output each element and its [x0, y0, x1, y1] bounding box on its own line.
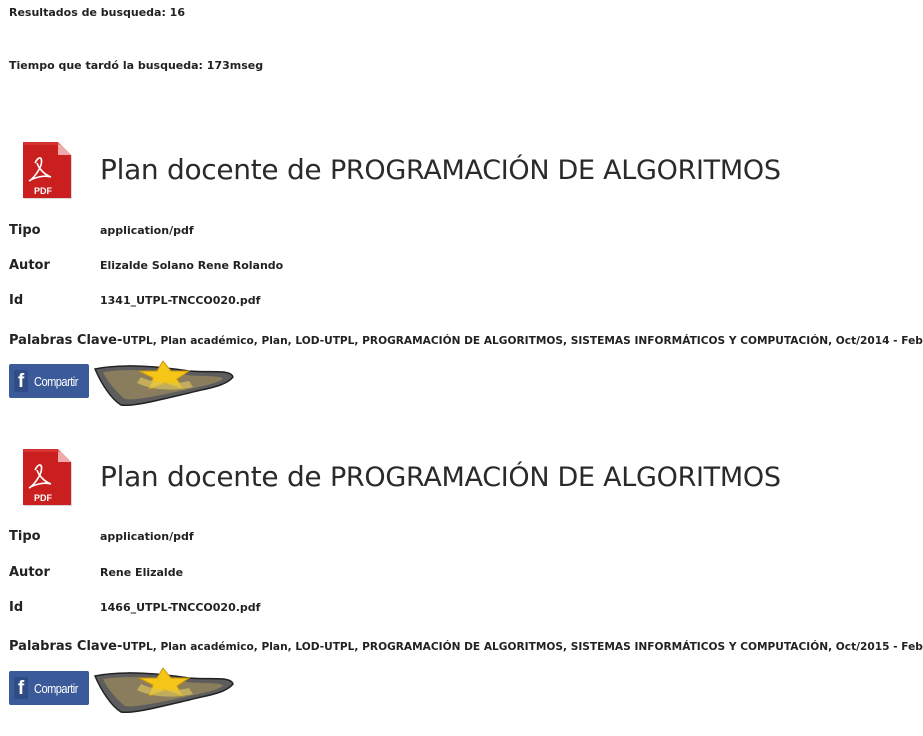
share-label: Compartir [34, 373, 78, 389]
pdf-icon[interactable]: PDF [21, 141, 87, 201]
id-label: Id [9, 600, 24, 615]
share-label: Compartir [34, 680, 78, 696]
facebook-share-button[interactable]: f Compartir [9, 671, 89, 705]
autor-label: Autor [9, 565, 50, 580]
results-count: Resultados de busqueda: 16 [9, 6, 185, 19]
favorite-star-tray-icon[interactable] [93, 666, 235, 714]
search-result: PDF Plan docente de PROGRAMACIÓN DE ALGO… [0, 448, 923, 718]
id-label: Id [9, 293, 24, 308]
pdf-icon[interactable]: PDF [21, 448, 87, 508]
autor-value: Rene Elizalde [100, 566, 184, 579]
keywords-value: UTPL, Plan académico, Plan, LOD-UTPL, PR… [122, 641, 923, 653]
favorite-star-tray-icon[interactable] [93, 359, 235, 407]
keywords-row: Palabras Clave-UTPL, Plan académico, Pla… [9, 329, 923, 348]
search-result: PDF Plan docente de PROGRAMACIÓN DE ALGO… [0, 141, 923, 411]
autor-value: Elizalde Solano Rene Rolando [100, 259, 284, 272]
keywords-row: Palabras Clave-UTPL, Plan académico, Pla… [9, 635, 923, 654]
search-time: Tiempo que tardó la busqueda: 173mseg [9, 59, 264, 72]
result-title[interactable]: Plan docente de PROGRAMACIÓN DE ALGORITM… [100, 460, 781, 493]
keywords-label: Palabras Clave [9, 639, 117, 654]
tipo-value: application/pdf [100, 530, 194, 543]
keywords-value: UTPL, Plan académico, Plan, LOD-UTPL, PR… [122, 335, 923, 347]
facebook-share-button[interactable]: f Compartir [9, 364, 89, 398]
id-value: 1466_UTPL-TNCCO020.pdf [100, 601, 261, 614]
svg-text:PDF: PDF [34, 186, 53, 196]
facebook-icon: f [14, 677, 28, 699]
tipo-label: Tipo [9, 223, 41, 238]
tipo-label: Tipo [9, 529, 41, 544]
id-value: 1341_UTPL-TNCCO020.pdf [100, 294, 261, 307]
svg-text:PDF: PDF [34, 493, 53, 503]
keywords-label: Palabras Clave [9, 333, 117, 348]
tipo-value: application/pdf [100, 224, 194, 237]
facebook-icon: f [14, 370, 28, 392]
autor-label: Autor [9, 258, 50, 273]
result-title[interactable]: Plan docente de PROGRAMACIÓN DE ALGORITM… [100, 153, 781, 186]
